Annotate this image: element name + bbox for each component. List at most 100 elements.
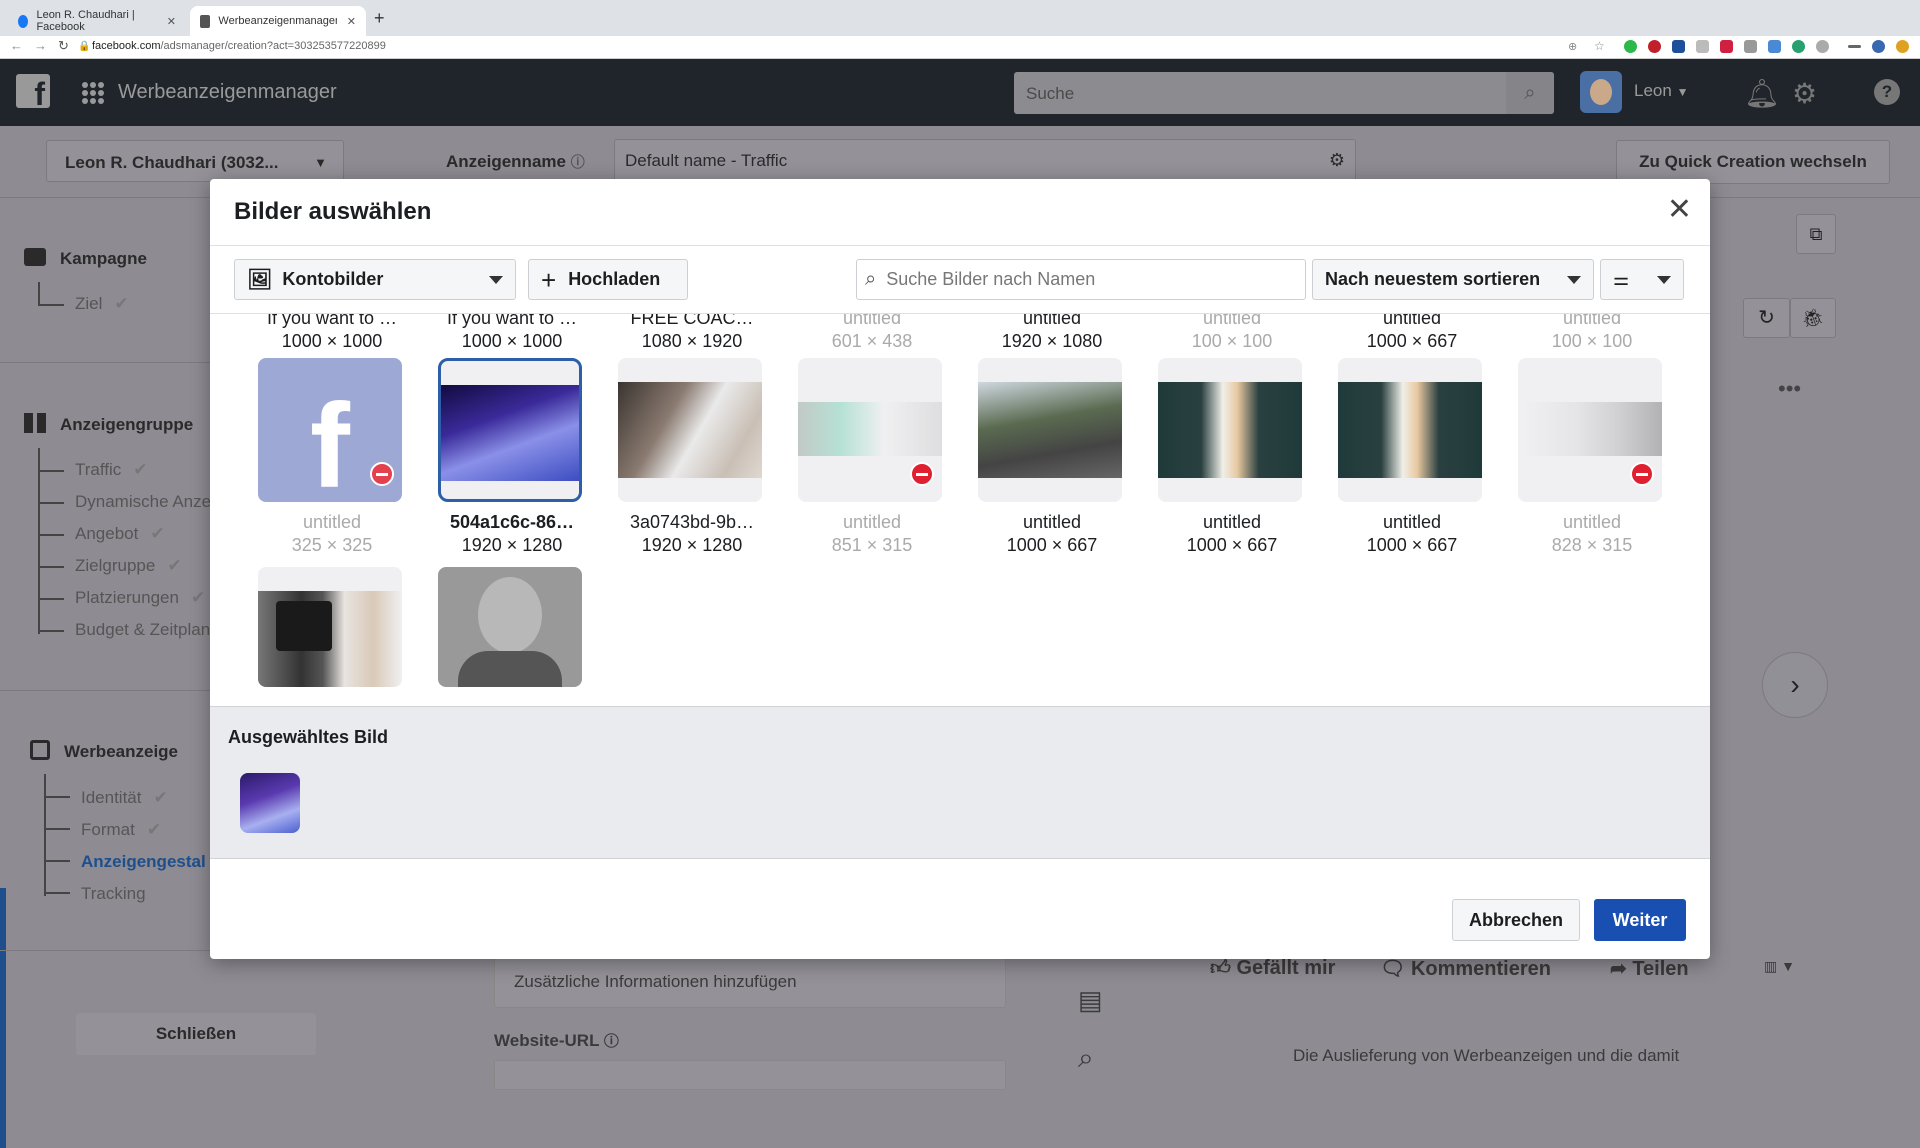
- image-thumbnail[interactable]: [1518, 358, 1662, 502]
- more-options-icon[interactable]: •••: [1778, 376, 1801, 402]
- image-thumbnail[interactable]: [438, 358, 582, 502]
- sidebar-section-ad[interactable]: Werbeanzeige: [30, 740, 178, 762]
- extension-facebook-icon[interactable]: [1672, 40, 1685, 53]
- user-menu[interactable]: Leon ▼: [1634, 81, 1688, 101]
- sidebar-item-tracking[interactable]: Tracking: [81, 884, 146, 904]
- analytics-dropdown-icon[interactable]: ▥ ▼: [1764, 958, 1795, 975]
- refresh-icon[interactable]: ↻: [1743, 298, 1790, 338]
- image-thumbnail[interactable]: [798, 358, 942, 502]
- extension-icon[interactable]: [1624, 40, 1637, 53]
- image-thumbnail[interactable]: [1158, 358, 1302, 502]
- image-tile[interactable]: f untitled 325 × 325: [258, 314, 406, 556]
- sidebar-item-anzeigengestaltung[interactable]: Anzeigengestal: [81, 852, 206, 872]
- sidebar-item-angebot[interactable]: Angebot ✔: [75, 524, 165, 544]
- image-thumbnail[interactable]: [438, 567, 582, 687]
- settings-gear-icon[interactable]: ⚙: [1792, 77, 1817, 110]
- sidebar-item-zielgruppe[interactable]: Zielgruppe ✔: [75, 556, 182, 576]
- gear-icon[interactable]: ⚙: [1329, 150, 1345, 171]
- facebook-logo-icon[interactable]: f: [16, 74, 50, 108]
- profile-icon[interactable]: [1872, 40, 1885, 53]
- image-thumbnail[interactable]: [978, 358, 1122, 502]
- close-tab-icon[interactable]: ✕: [167, 15, 176, 28]
- next-preview-icon[interactable]: ›: [1762, 652, 1828, 718]
- sidebar-item-format[interactable]: Format ✔: [81, 820, 161, 840]
- back-icon[interactable]: ←: [10, 38, 23, 53]
- quick-creation-button[interactable]: Zu Quick Creation wechseln: [1616, 140, 1890, 184]
- extension-icon[interactable]: [1744, 40, 1757, 53]
- next-button[interactable]: Weiter: [1594, 899, 1686, 941]
- facebook-favicon-icon: [18, 14, 29, 28]
- section-label: Anzeigengruppe: [60, 415, 194, 434]
- plus-icon: +: [541, 264, 557, 295]
- ad-tablet-icon: [30, 740, 50, 760]
- sidebar-item-identitaet[interactable]: Identität ✔: [81, 788, 168, 808]
- close-icon[interactable]: ✕: [1667, 195, 1692, 225]
- image-library-icon: 🖼︎: [247, 269, 273, 291]
- close-button[interactable]: Schließen: [76, 1013, 316, 1055]
- image-tile[interactable]: 3a0743bd-9b… 1920 × 1280: [618, 314, 766, 556]
- check-icon: ✔: [114, 294, 129, 313]
- avatar[interactable]: [1580, 71, 1622, 113]
- ad-name-input[interactable]: Default name - Traffic ⚙: [614, 139, 1356, 183]
- upload-button[interactable]: + Hochladen: [528, 259, 688, 300]
- extension-icon[interactable]: [1720, 40, 1733, 53]
- image-tile[interactable]: untitled 851 × 315: [798, 314, 946, 556]
- sidebar-item-platzierungen[interactable]: Platzierungen ✔: [75, 588, 205, 608]
- notifications-bell-icon[interactable]: 🔔︎: [1744, 77, 1780, 110]
- extension-icon[interactable]: [1896, 40, 1909, 53]
- image-tile[interactable]: untitled 1000 × 667: [1338, 314, 1486, 556]
- item-label: Zielgruppe: [75, 556, 156, 575]
- browser-tab-adsmanager[interactable]: Werbeanzeigenmanager - Cre ✕: [190, 6, 366, 36]
- cancel-button[interactable]: Abbrechen: [1452, 899, 1580, 941]
- account-selector[interactable]: Leon R. Chaudhari (3032... ▼: [46, 140, 344, 182]
- sidebar-section-adset[interactable]: Anzeigengruppe: [24, 413, 193, 435]
- sidebar-item-budget[interactable]: Budget & Zeitplan: [75, 620, 210, 640]
- browser-tab-facebook[interactable]: Leon R. Chaudhari | Facebook ✕: [8, 6, 186, 36]
- image-name: untitled: [842, 512, 902, 532]
- image-tile[interactable]: untitled 1000 × 667: [1158, 314, 1306, 556]
- image-thumbnail[interactable]: [1338, 358, 1482, 502]
- extension-icon[interactable]: [1792, 40, 1805, 53]
- image-thumbnail[interactable]: [258, 567, 402, 687]
- bug-report-icon[interactable]: 🐞︎: [1790, 298, 1836, 338]
- image-name: untitled: [302, 512, 362, 532]
- filter-dropdown[interactable]: ⚌: [1600, 259, 1684, 300]
- shop-icon[interactable]: ▤: [1078, 985, 1103, 1016]
- image-thumbnail[interactable]: f: [258, 358, 402, 502]
- sidebar-item-ziel[interactable]: Ziel ✔: [75, 294, 129, 314]
- image-tile[interactable]: 504a1c6c-86… 1920 × 1280: [438, 314, 586, 556]
- search-icon[interactable]: ⌕: [1078, 1042, 1094, 1075]
- new-tab-button[interactable]: +: [374, 8, 385, 29]
- forward-icon[interactable]: →: [34, 38, 47, 53]
- zoom-icon[interactable]: ⊕: [1568, 40, 1577, 53]
- image-tile[interactable]: untitled 1000 × 667: [978, 314, 1126, 556]
- extension-icon[interactable]: [1696, 40, 1709, 53]
- help-icon[interactable]: ?: [1874, 79, 1900, 105]
- extension-iq-icon[interactable]: [1768, 40, 1781, 53]
- ad-name-value: Default name - Traffic: [625, 151, 788, 170]
- open-external-icon[interactable]: ⧉: [1796, 214, 1836, 254]
- image-tile[interactable]: untitled 828 × 315: [1518, 314, 1666, 556]
- apps-grid-icon[interactable]: [82, 82, 104, 104]
- sidebar-item-traffic[interactable]: Traffic ✔: [75, 460, 148, 480]
- search-icon[interactable]: ⌕: [1506, 72, 1554, 114]
- sidebar-section-campaign[interactable]: Kampagne: [24, 248, 147, 269]
- close-tab-icon[interactable]: ✕: [347, 15, 356, 28]
- image-search-input[interactable]: [886, 269, 1287, 290]
- url-field[interactable]: facebook.com/adsmanager/creation?act=303…: [92, 40, 386, 52]
- image-name: untitled: [1022, 512, 1082, 532]
- image-search[interactable]: ⌕: [856, 259, 1306, 300]
- extension-abp-icon[interactable]: [1816, 40, 1829, 53]
- global-search[interactable]: Suche ⌕: [1014, 72, 1554, 114]
- image-thumbnail[interactable]: [618, 358, 762, 502]
- media-icon[interactable]: [1848, 45, 1861, 48]
- extension-icon[interactable]: [1648, 40, 1661, 53]
- sort-dropdown[interactable]: Nach neuestem sortieren: [1312, 259, 1594, 300]
- website-url-input[interactable]: [494, 1060, 1006, 1090]
- image-source-dropdown[interactable]: 🖼︎ Kontobilder: [234, 259, 516, 300]
- selected-image-thumbnail[interactable]: [240, 773, 300, 833]
- reload-icon[interactable]: ↻: [58, 38, 69, 54]
- additional-info-text: Zusätzliche Informationen hinzufügen: [514, 972, 797, 991]
- bookmark-star-icon[interactable]: ☆: [1594, 39, 1605, 53]
- sidebar-item-dynamic[interactable]: Dynamische Anze: [75, 492, 211, 512]
